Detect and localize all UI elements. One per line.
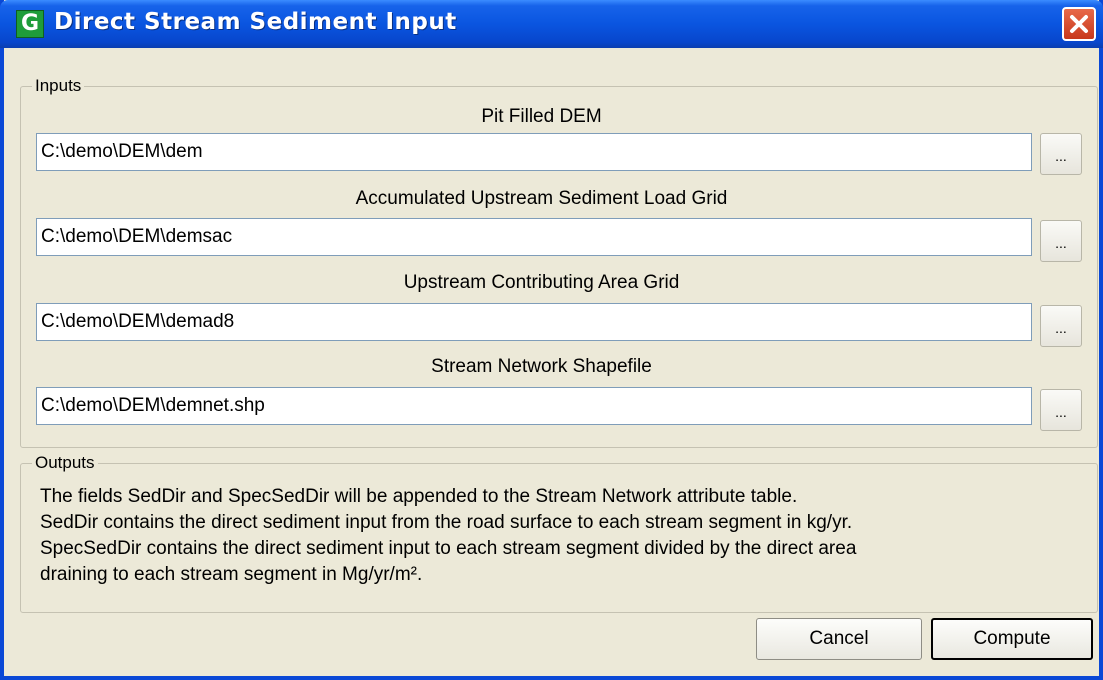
compute-button-label: Compute bbox=[973, 628, 1051, 649]
title-bar[interactable]: G Direct Stream Sediment Input bbox=[0, 0, 1103, 48]
outputs-description: The fields SedDir and SpecSedDir will be… bbox=[40, 484, 1080, 588]
outputs-line: SpecSedDir contains the direct sediment … bbox=[40, 538, 857, 559]
contributing-area-grid-input[interactable]: C:\demo\DEM\demad8 bbox=[36, 303, 1032, 341]
sediment-load-grid-label: Accumulated Upstream Sediment Load Grid bbox=[355, 188, 728, 209]
contributing-area-grid-label: Upstream Contributing Area Grid bbox=[403, 272, 680, 293]
compute-button[interactable]: Compute bbox=[931, 618, 1093, 660]
stream-network-shapefile-input[interactable]: C:\demo\DEM\demnet.shp bbox=[36, 387, 1032, 425]
cancel-button-label: Cancel bbox=[809, 628, 869, 649]
close-button[interactable] bbox=[1062, 7, 1096, 41]
window-title: Direct Stream Sediment Input bbox=[54, 9, 457, 35]
pit-filled-dem-browse-button[interactable]: ... bbox=[1040, 133, 1082, 175]
outputs-line: SedDir contains the direct sediment inpu… bbox=[40, 512, 853, 533]
outputs-line: The fields SedDir and SpecSedDir will be… bbox=[40, 486, 798, 507]
pit-filled-dem-input[interactable]: C:\demo\DEM\dem bbox=[36, 133, 1032, 171]
sediment-load-grid-browse-button[interactable]: ... bbox=[1040, 220, 1082, 262]
sediment-load-grid-input[interactable]: C:\demo\DEM\demsac bbox=[36, 218, 1032, 256]
close-icon bbox=[1070, 15, 1088, 33]
inputs-legend: Inputs bbox=[32, 76, 85, 96]
stream-network-shapefile-label: Stream Network Shapefile bbox=[431, 356, 652, 377]
pit-filled-dem-label: Pit Filled DEM bbox=[481, 106, 602, 127]
cancel-button[interactable]: Cancel bbox=[756, 618, 922, 660]
outputs-line: draining to each stream segment in Mg/yr… bbox=[40, 564, 423, 585]
outputs-legend: Outputs bbox=[32, 453, 98, 473]
app-icon: G bbox=[16, 10, 44, 38]
stream-network-shapefile-browse-button[interactable]: ... bbox=[1040, 389, 1082, 431]
contributing-area-grid-browse-button[interactable]: ... bbox=[1040, 305, 1082, 347]
